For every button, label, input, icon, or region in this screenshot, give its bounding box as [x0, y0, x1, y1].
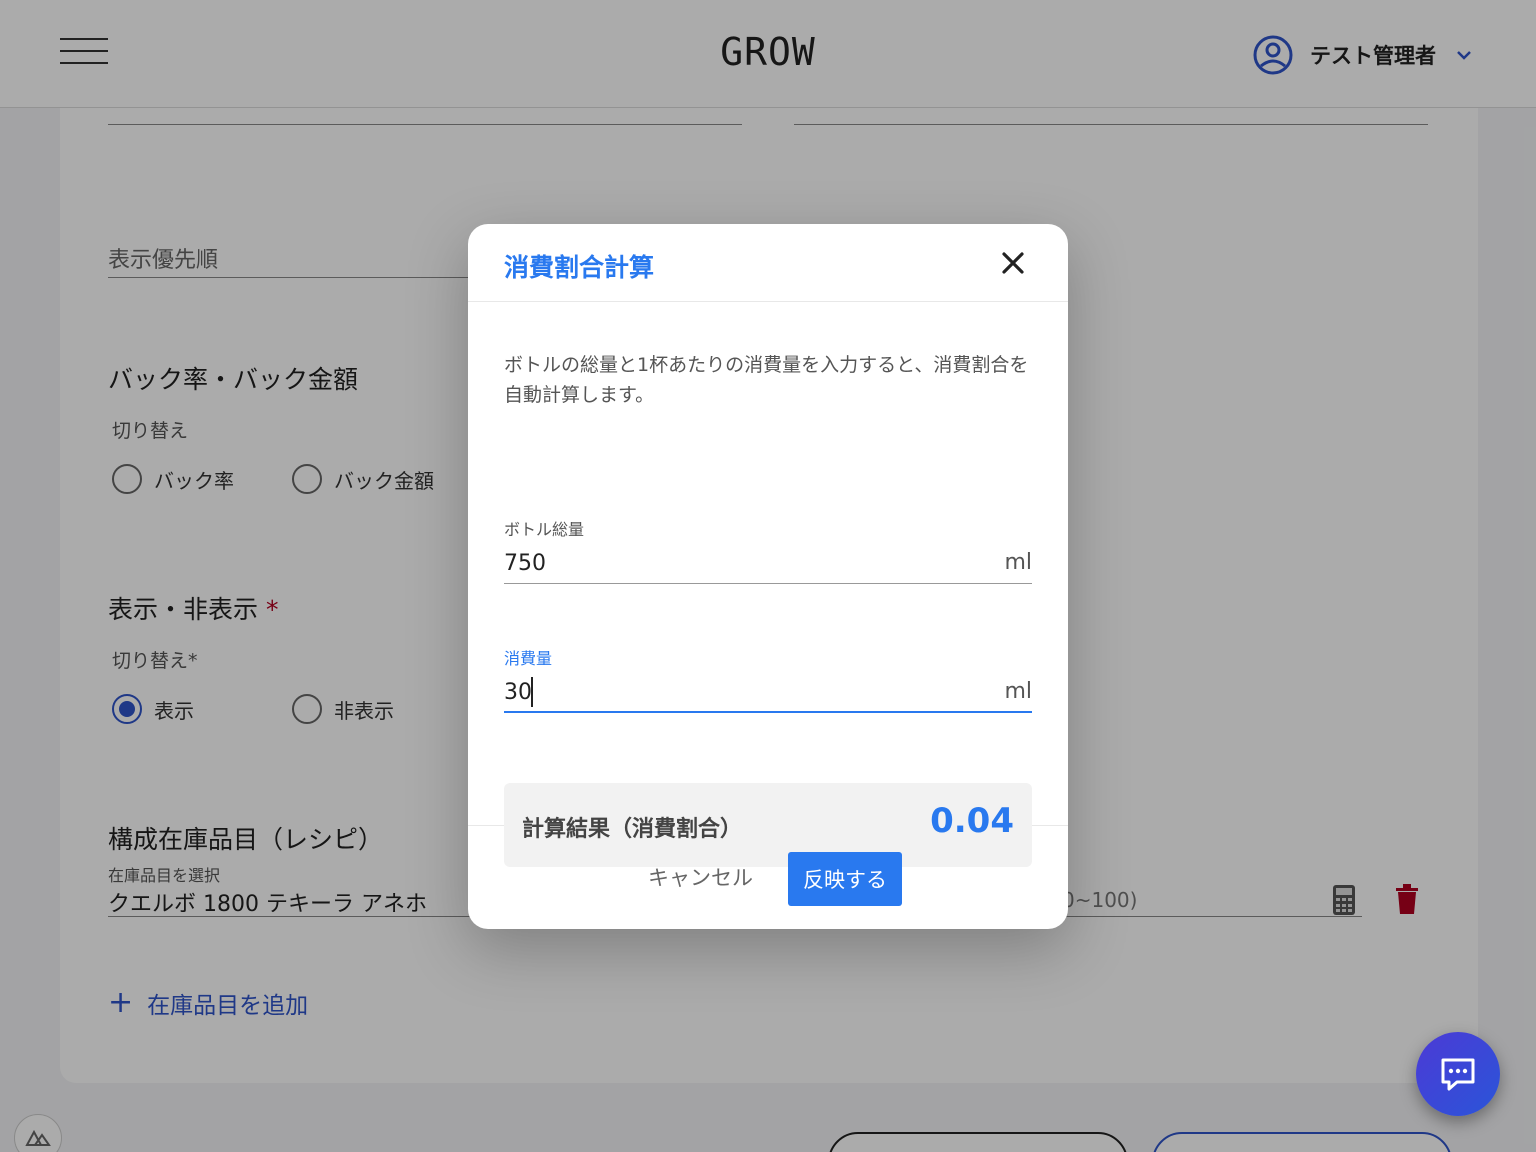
bottle-input[interactable] [504, 544, 974, 582]
dialog-footer: キャンセル 反映する [468, 826, 1068, 928]
cancel-button[interactable]: キャンセル [648, 862, 753, 892]
consume-field: ml [504, 673, 1032, 713]
dialog-description: ボトルの総量と1杯あたりの消費量を入力すると、消費割合を自動計算します。 [504, 354, 1029, 406]
chat-button[interactable] [1416, 1032, 1500, 1116]
chat-icon [1441, 1058, 1475, 1091]
bottle-label: ボトル総量 [504, 520, 585, 539]
dialog-title: 消費割合計算 [504, 253, 655, 282]
apply-button[interactable]: 反映する [788, 852, 902, 906]
consume-label: 消費量 [504, 649, 553, 668]
consumption-calc-dialog: 消費割合計算 ボトルの総量と1杯あたりの消費量を入力すると、消費割合を自動計算し… [468, 224, 1068, 929]
dialog-body: ボトルの総量と1杯あたりの消費量を入力すると、消費割合を自動計算します。 ボトル… [468, 302, 1068, 867]
consume-input[interactable] [504, 673, 974, 711]
bottle-unit: ml [1004, 550, 1032, 575]
dialog-header: 消費割合計算 [468, 224, 1068, 302]
consume-unit: ml [1004, 679, 1032, 704]
text-caret [531, 677, 533, 707]
close-icon[interactable] [998, 248, 1028, 278]
bottle-field: ml [504, 544, 1032, 584]
